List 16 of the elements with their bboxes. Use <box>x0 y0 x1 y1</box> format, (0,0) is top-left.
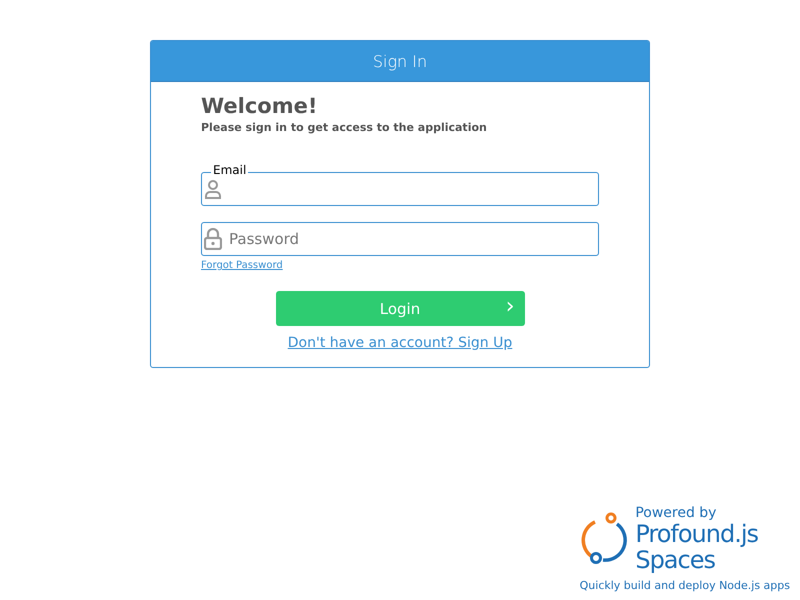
sign-up-link[interactable]: Don't have an account? Sign Up <box>288 335 512 351</box>
subheading: Please sign in to get access to the application <box>201 121 488 134</box>
tagline: Quickly build and deploy Node.js apps <box>580 579 790 592</box>
product-name: Spaces <box>635 547 715 573</box>
welcome-heading: Welcome! <box>201 93 318 120</box>
password-field[interactable]: Password <box>201 222 599 256</box>
powered-by-text: Powered by <box>635 505 718 521</box>
logo-icon <box>581 512 630 566</box>
card-title: Sign In <box>372 52 428 70</box>
login-button[interactable]: Login › <box>276 291 524 326</box>
lock-icon <box>204 228 222 250</box>
user-icon <box>204 179 222 199</box>
forgot-password-link[interactable]: Forgot Password <box>201 260 283 271</box>
product-name: Profound.js <box>635 521 758 547</box>
field-label: Email <box>211 163 248 177</box>
chevron-icon: › <box>506 295 514 319</box>
